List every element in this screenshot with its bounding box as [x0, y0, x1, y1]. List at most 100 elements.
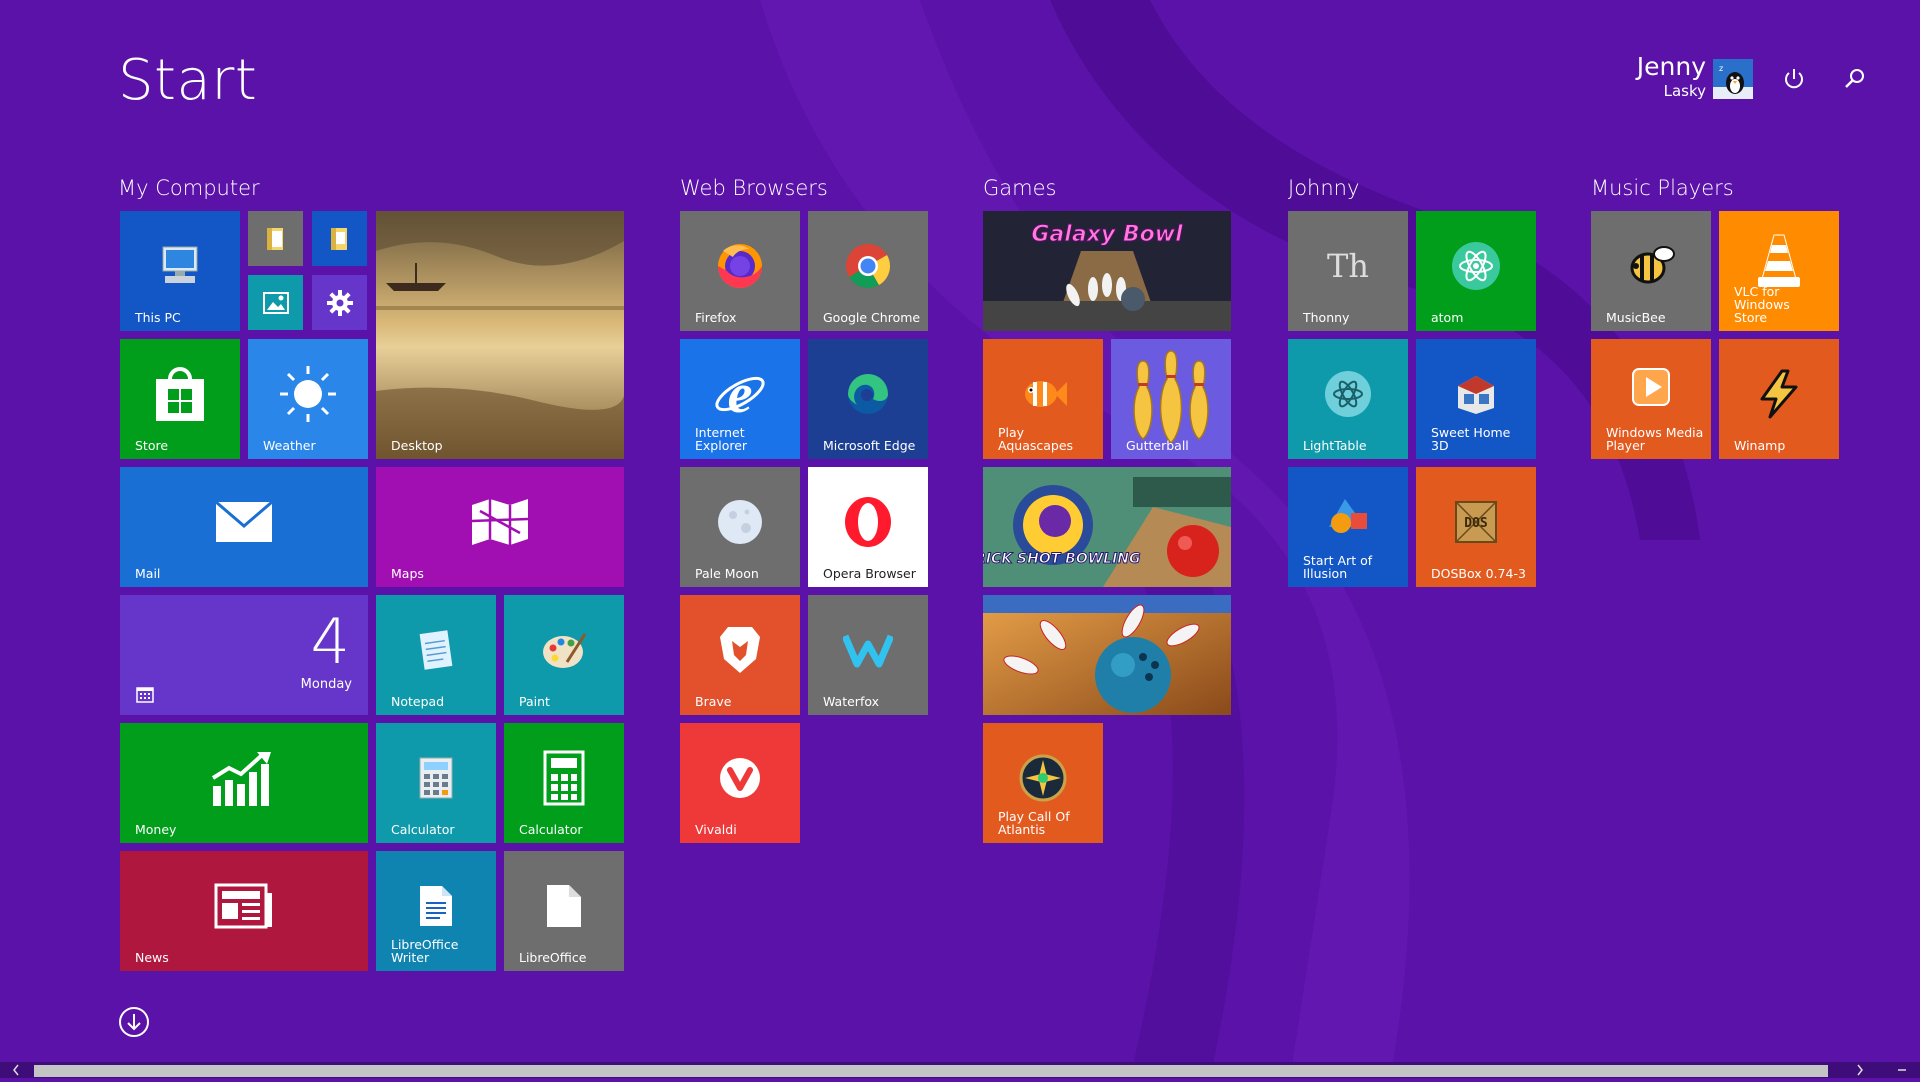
scroll-thumb[interactable]: [34, 1065, 1828, 1077]
tile-play-aquascapes[interactable]: Play Aquascapes: [983, 339, 1103, 459]
computer-icon: [162, 246, 198, 284]
dosbox-glyph: DOS: [1464, 516, 1488, 531]
svg-text:e: e: [728, 366, 753, 422]
search-icon: [1845, 69, 1864, 88]
dosbox-icon: DOS: [1455, 501, 1497, 544]
map-icon: [471, 499, 529, 546]
tile-label: This PC: [135, 310, 181, 325]
tile-winamp[interactable]: Winamp: [1719, 339, 1839, 459]
tile-google-chrome[interactable]: Google Chrome: [808, 211, 928, 331]
tile-vivaldi[interactable]: Vivaldi: [680, 723, 800, 843]
tile-thonny[interactable]: Th Thonny: [1288, 211, 1408, 331]
tile-opera-browser[interactable]: Opera Browser: [808, 467, 928, 587]
tile-label: Calculator: [519, 822, 583, 837]
scroll-left-button[interactable]: [6, 1062, 26, 1078]
tile-label: Start Art of Illusion: [1303, 553, 1373, 581]
tile-lighttable[interactable]: LightTable: [1288, 339, 1408, 459]
vivaldi-icon: [720, 758, 760, 799]
tile-libreoffice[interactable]: LibreOffice: [504, 851, 624, 971]
trick-shot-bowling-logo: TRICK SHOT BOWLING: [983, 551, 1141, 567]
tile-paint[interactable]: Paint: [504, 595, 624, 715]
pale-moon-icon: [718, 500, 762, 545]
user-first-name: Jenny: [1636, 52, 1706, 81]
edge-icon: [848, 374, 888, 415]
tile-money[interactable]: Money: [120, 723, 368, 843]
tile-desktop[interactable]: Desktop: [376, 211, 624, 459]
horizontal-scrollbar[interactable]: [0, 1062, 1920, 1078]
tile-internet-explorer[interactable]: e Internet Explorer: [680, 339, 800, 459]
group-label-johnny[interactable]: Johnny: [1288, 176, 1359, 200]
tile-windows-media-player[interactable]: Windows Media Player: [1591, 339, 1711, 459]
media-player-icon: [1632, 368, 1670, 406]
group-label-my-computer[interactable]: My Computer: [118, 176, 260, 200]
calendar-icon: [136, 687, 154, 703]
waterfox-icon: [843, 634, 893, 668]
sun-icon: [280, 366, 336, 423]
all-apps-button[interactable]: [118, 1006, 150, 1038]
tile-firefox[interactable]: Firefox: [680, 211, 800, 331]
tile-file-explorer[interactable]: [248, 211, 303, 266]
user-last-name: Lasky: [1663, 82, 1706, 100]
tile-libreoffice-writer[interactable]: LibreOffice Writer: [376, 851, 496, 971]
tile-dosbox[interactable]: DOS DOSBox 0.74-3: [1416, 467, 1536, 587]
tile-store[interactable]: Store: [120, 339, 240, 459]
tile-maps[interactable]: Maps: [376, 467, 624, 587]
power-button[interactable]: [1779, 64, 1809, 94]
zoom-out-button[interactable]: [1892, 1062, 1912, 1078]
user-account[interactable]: Jenny Lasky: [1637, 52, 1706, 100]
start-title: Start: [118, 48, 258, 113]
tile-label: Store: [135, 438, 169, 453]
scroll-right-button[interactable]: [1850, 1062, 1870, 1078]
group-label-games[interactable]: Games: [983, 176, 1056, 200]
search-button[interactable]: [1840, 64, 1870, 94]
chevron-left-icon: [13, 1064, 19, 1076]
tile-brave[interactable]: Brave: [680, 595, 800, 715]
tile-calculator-1[interactable]: Calculator: [376, 723, 496, 843]
stock-chart-icon: [211, 752, 271, 807]
tile-art-of-illusion[interactable]: Start Art of Illusion: [1288, 467, 1408, 587]
tile-this-pc[interactable]: This PC: [120, 211, 240, 331]
tile-notepad[interactable]: Notepad: [376, 595, 496, 715]
vlc-cone-icon: [1758, 234, 1800, 288]
art-of-illusion-icon: [1329, 499, 1367, 533]
tile-mail[interactable]: Mail: [120, 467, 368, 587]
tile-label: Winamp: [1734, 438, 1786, 453]
tile-settings[interactable]: [312, 275, 367, 330]
tile-photos[interactable]: [248, 275, 303, 330]
opera-icon: [845, 497, 891, 548]
group-label-music-players[interactable]: Music Players: [1591, 176, 1734, 200]
tile-label: Thonny: [1303, 310, 1350, 325]
notepad-icon: [419, 630, 453, 670]
tile-calculator-2[interactable]: Calculator: [504, 723, 624, 843]
tile-label: Brave: [695, 694, 732, 709]
tile-musicbee[interactable]: MusicBee: [1591, 211, 1711, 331]
desktop-wallpaper-image: [376, 211, 624, 459]
tile-galaxy-bowl[interactable]: Galaxy Bowl: [983, 211, 1231, 331]
tile-microsoft-edge[interactable]: Microsoft Edge: [808, 339, 928, 459]
tile-sweet-home-3d[interactable]: Sweet Home 3D: [1416, 339, 1536, 459]
tile-waterfox[interactable]: Waterfox: [808, 595, 928, 715]
tile-play-call-of-atlantis[interactable]: Play Call Of Atlantis: [983, 723, 1103, 843]
avatar[interactable]: z: [1713, 59, 1753, 99]
folder-icon: [266, 227, 283, 250]
chrome-icon: [846, 244, 890, 289]
tile-label: Gutterball: [1126, 438, 1189, 453]
tile-atom[interactable]: atom: [1416, 211, 1536, 331]
call-of-atlantis-icon: [1019, 754, 1067, 802]
tile-label: Internet Explorer: [695, 425, 748, 453]
tile-bowling-game[interactable]: [983, 595, 1231, 715]
tile-weather[interactable]: Weather: [248, 339, 368, 459]
firefox-icon: [718, 244, 762, 289]
tile-trick-shot-bowling[interactable]: TRICK SHOT BOWLING: [983, 467, 1231, 587]
tile-news[interactable]: News: [120, 851, 368, 971]
tile-gutterball[interactable]: Gutterball: [1111, 339, 1231, 459]
envelope-icon: [215, 501, 273, 543]
tile-pale-moon[interactable]: Pale Moon: [680, 467, 800, 587]
writer-document-icon: [420, 886, 452, 927]
tile-calendar[interactable]: 4 Monday: [120, 595, 368, 715]
tile-vlc[interactable]: VLC for Windows Store: [1719, 211, 1839, 331]
group-label-web-browsers[interactable]: Web Browsers: [680, 176, 828, 200]
tile-documents[interactable]: [312, 211, 367, 266]
libreoffice-icon: [547, 885, 581, 928]
tile-label: Money: [135, 822, 177, 837]
